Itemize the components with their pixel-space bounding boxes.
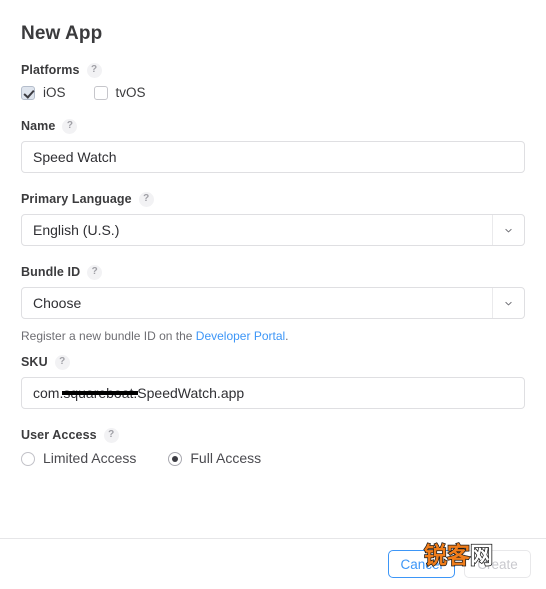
dialog-body: New App Platforms ? iOS tvOS Name ? Spee… bbox=[0, 0, 546, 538]
primary-language-select[interactable]: English (U.S.) bbox=[21, 214, 525, 246]
user-access-label-row: User Access ? bbox=[21, 427, 525, 443]
page-title: New App bbox=[21, 23, 103, 44]
field-bundle-id: Bundle ID ? Choose Register a new bundle… bbox=[21, 264, 525, 344]
new-app-dialog: New App Platforms ? iOS tvOS Name ? Spee… bbox=[0, 0, 546, 589]
bundle-id-arrow[interactable] bbox=[492, 288, 524, 318]
platforms-label-row: Platforms ? bbox=[21, 62, 525, 78]
sku-input[interactable]: com. squareboat. SpeedWatch.app bbox=[21, 377, 525, 409]
sku-value: com. squareboat. SpeedWatch.app bbox=[33, 378, 244, 408]
bundle-id-select[interactable]: Choose bbox=[21, 287, 525, 319]
bundle-id-hint-prefix: Register a new bundle ID on the bbox=[21, 329, 196, 343]
radio-limited-access[interactable]: Limited Access bbox=[21, 450, 136, 467]
name-label-row: Name ? bbox=[21, 118, 525, 134]
name-label: Name bbox=[21, 119, 56, 133]
user-access-label: User Access bbox=[21, 428, 97, 442]
checkbox-ios[interactable] bbox=[21, 86, 35, 100]
radio-button-limited-access[interactable] bbox=[21, 451, 35, 466]
sku-label-row: SKU ? bbox=[21, 354, 525, 370]
bundle-id-label-row: Bundle ID ? bbox=[21, 264, 525, 280]
primary-language-value: English (U.S.) bbox=[33, 222, 120, 238]
bundle-id-hint: Register a new bundle ID on the Develope… bbox=[21, 328, 525, 344]
sku-redacted-segment: squareboat. bbox=[62, 378, 139, 408]
developer-portal-link[interactable]: Developer Portal bbox=[196, 329, 285, 343]
primary-language-label: Primary Language bbox=[21, 192, 132, 206]
field-user-access: User Access ? Limited Access Full Access bbox=[21, 427, 525, 467]
field-name: Name ? Speed Watch bbox=[21, 118, 525, 173]
help-icon[interactable]: ? bbox=[138, 191, 154, 207]
platform-checkbox-ios[interactable]: iOS bbox=[21, 85, 66, 101]
help-icon[interactable]: ? bbox=[62, 118, 78, 134]
cancel-button[interactable]: Cancel bbox=[388, 550, 455, 578]
dialog-footer: Cancel Create bbox=[0, 538, 546, 589]
radio-label-full-access: Full Access bbox=[190, 450, 262, 466]
sku-suffix: SpeedWatch.app bbox=[137, 385, 245, 401]
primary-language-arrow[interactable] bbox=[492, 215, 524, 245]
radio-full-access[interactable]: Full Access bbox=[168, 450, 261, 467]
help-icon[interactable]: ? bbox=[87, 264, 103, 280]
platform-label-tvos: tvOS bbox=[115, 85, 146, 100]
chevron-down-icon bbox=[505, 301, 512, 305]
bundle-id-value: Choose bbox=[33, 295, 82, 311]
platform-label-ios: iOS bbox=[43, 85, 66, 100]
checkbox-tvos[interactable] bbox=[93, 86, 108, 100]
radio-label-limited-access: Limited Access bbox=[43, 450, 137, 466]
chevron-down-icon bbox=[505, 228, 512, 232]
bundle-id-hint-suffix: . bbox=[285, 329, 289, 343]
sku-label: SKU bbox=[21, 355, 48, 369]
platforms-label: Platforms bbox=[21, 63, 80, 77]
field-platforms: Platforms ? iOS tvOS bbox=[21, 62, 525, 101]
platforms-options: iOS tvOS bbox=[21, 85, 525, 101]
name-input[interactable]: Speed Watch bbox=[21, 141, 525, 173]
help-icon[interactable]: ? bbox=[86, 62, 102, 78]
field-primary-language: Primary Language ? English (U.S.) bbox=[21, 191, 525, 246]
help-icon[interactable]: ? bbox=[103, 427, 119, 443]
sku-prefix: com. bbox=[33, 385, 64, 401]
radio-button-full-access[interactable] bbox=[168, 451, 183, 466]
field-sku: SKU ? com. squareboat. SpeedWatch.app bbox=[21, 354, 525, 409]
platform-checkbox-tvos[interactable]: tvOS bbox=[93, 85, 146, 101]
primary-language-label-row: Primary Language ? bbox=[21, 191, 525, 207]
create-button: Create bbox=[464, 550, 531, 578]
help-icon[interactable]: ? bbox=[54, 354, 70, 370]
bundle-id-label: Bundle ID bbox=[21, 265, 81, 279]
user-access-options: Limited Access Full Access bbox=[21, 450, 525, 467]
